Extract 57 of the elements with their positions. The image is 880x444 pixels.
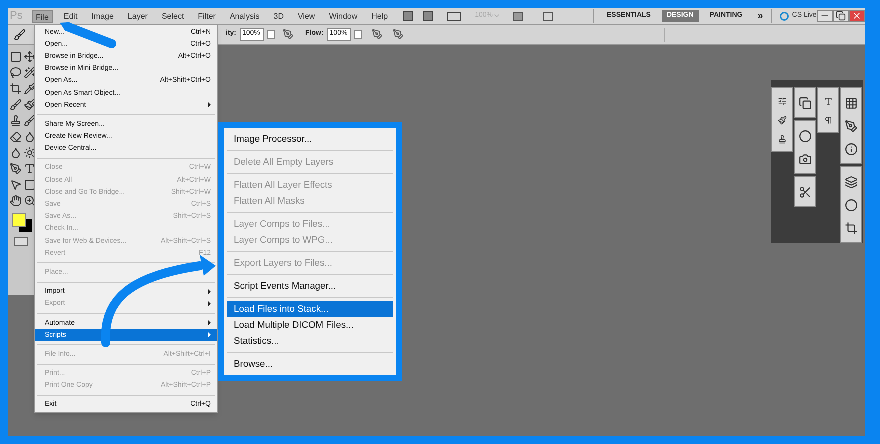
menu[interactable]: Select (158, 10, 188, 22)
arrange-icon[interactable] (447, 12, 462, 20)
pen-icon[interactable] (10, 163, 22, 175)
menu[interactable]: View (294, 10, 318, 22)
scissors-icon[interactable] (798, 186, 812, 199)
menu-item[interactable]: Browse... (227, 356, 393, 372)
screen-icon[interactable] (543, 12, 553, 20)
brush-icon[interactable] (776, 116, 788, 125)
restore-icon[interactable] (833, 10, 849, 22)
menu[interactable]: Analysis (226, 10, 263, 22)
minimize-icon[interactable] (817, 10, 833, 22)
menu-item[interactable]: Statistics... (227, 333, 393, 349)
menu[interactable]: 3D (270, 10, 287, 22)
marquee-icon[interactable] (10, 51, 22, 63)
eraser-icon[interactable] (10, 131, 22, 143)
type-icon[interactable] (24, 163, 36, 175)
stamp-icon[interactable] (10, 115, 22, 127)
brush-icon[interactable] (24, 99, 36, 111)
grid-icon[interactable] (844, 97, 858, 110)
menu[interactable]: Window (326, 10, 361, 22)
menu-item[interactable]: Load Multiple DICOM Files... (227, 317, 393, 333)
move-icon[interactable] (24, 51, 36, 63)
crop-icon[interactable] (844, 222, 858, 235)
info-icon[interactable] (844, 143, 858, 156)
menu[interactable]: Image (88, 10, 117, 22)
menu-item[interactable]: Image Processor... (227, 131, 393, 147)
menu[interactable]: Edit (60, 10, 81, 22)
crop-icon[interactable] (10, 83, 22, 95)
brush-icon[interactable] (10, 99, 22, 111)
pen-icon[interactable] (844, 120, 858, 133)
pointer-icon[interactable] (10, 179, 22, 191)
brush-icon[interactable] (14, 28, 26, 40)
hand-icon[interactable] (10, 195, 22, 207)
drop-icon[interactable] (24, 131, 36, 143)
chevron-down-icon (493, 12, 501, 20)
brush-icon[interactable] (24, 115, 36, 127)
circle-icon[interactable] (844, 199, 858, 212)
more-button[interactable]: » (758, 8, 764, 24)
menu[interactable]: Filter (195, 10, 219, 22)
circle-icon[interactable] (798, 130, 812, 143)
menu-item[interactable]: Script Events Manager... (227, 278, 393, 294)
drop-icon[interactable] (10, 147, 22, 159)
color-swatches-drawing[interactable] (12, 213, 33, 233)
cs-live-icon[interactable] (780, 12, 790, 20)
camera-icon[interactable] (798, 153, 812, 166)
lasso-icon[interactable] (10, 67, 22, 79)
zoom-icon[interactable] (24, 195, 36, 207)
sun-icon[interactable] (24, 147, 36, 159)
menu[interactable]: Layer (124, 10, 151, 22)
menu[interactable]: Help (368, 10, 392, 22)
quick-mask-icon[interactable] (14, 237, 28, 246)
menu[interactable]: File (32, 10, 53, 22)
menu-item[interactable]: Load Files into Stack... (227, 301, 393, 317)
submenu-arrow-icon (208, 102, 211, 108)
close-icon[interactable] (849, 10, 865, 22)
wand-icon[interactable] (24, 67, 36, 79)
eyedropper-icon[interactable] (24, 83, 36, 95)
